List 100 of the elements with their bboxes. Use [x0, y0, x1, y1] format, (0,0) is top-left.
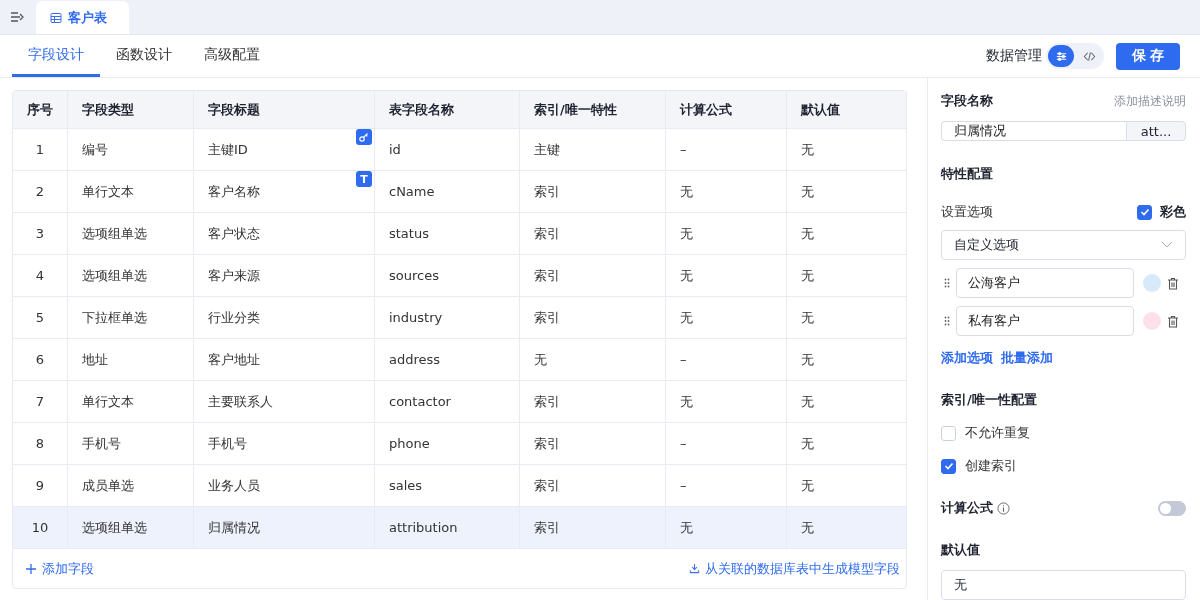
table-cell: 客户状态: [208, 224, 260, 243]
tab[interactable]: 字段设计: [12, 35, 100, 77]
table-cell: 无: [801, 182, 814, 201]
document-tab[interactable]: 客户表: [36, 1, 129, 34]
table-cell: 索引: [534, 182, 560, 201]
field-name-input[interactable]: 归属情况: [941, 121, 1126, 141]
table-cell: 无: [680, 224, 693, 243]
table-row[interactable]: 5 下拉框单选 行业分类 industry 索引 无 无: [13, 297, 906, 339]
table-cell: 8: [35, 436, 45, 451]
table-cell: cName: [389, 184, 435, 199]
table-cell: 无: [801, 434, 814, 453]
table-cell: 下拉框单选: [82, 308, 147, 327]
table-cell: 选项组单选: [82, 266, 147, 285]
table-cell: 无: [801, 140, 814, 159]
sliders-icon: [1054, 49, 1068, 63]
table-cell: 索引: [534, 392, 560, 411]
tab[interactable]: 函数设计: [100, 35, 188, 77]
formula-toggle[interactable]: [1158, 500, 1186, 516]
table-row[interactable]: 4 选项组单选 客户来源 sources 索引 无 无: [13, 255, 906, 297]
table-cell: 选项组单选: [82, 518, 147, 537]
add-field-link[interactable]: 添加字段: [25, 559, 94, 578]
table-cell: 无: [680, 182, 693, 201]
table-cell: 索引: [534, 434, 560, 453]
table-cell: attribution: [389, 520, 458, 535]
table-cell: 主键: [534, 140, 560, 159]
collapse-icon[interactable]: [10, 11, 24, 23]
save-button[interactable]: 保 存: [1116, 42, 1180, 70]
option-input[interactable]: 公海客户: [956, 268, 1134, 298]
info-icon: [997, 501, 1010, 515]
check-icon: [942, 460, 955, 472]
field-key-addon[interactable]: att...: [1126, 121, 1186, 141]
colorful-checkbox[interactable]: [1137, 204, 1152, 220]
check-icon: [1138, 206, 1151, 218]
table-cell: 客户地址: [208, 350, 260, 369]
table-icon: [50, 11, 62, 24]
color-dot[interactable]: [1143, 274, 1161, 292]
options-label: 设置选项: [941, 203, 993, 221]
data-manage-label: 数据管理: [986, 47, 1042, 65]
option-source-select[interactable]: 自定义选项: [941, 230, 1186, 260]
settings-button[interactable]: [1048, 45, 1074, 67]
table-cell: 索引: [534, 476, 560, 495]
add-option-link[interactable]: 添加选项: [941, 349, 993, 367]
table-cell: sources: [389, 268, 439, 283]
table-cell: id: [389, 142, 401, 157]
table-cell: 9: [35, 478, 45, 493]
table-cell: 主键ID: [208, 140, 248, 159]
table-cell: 无: [801, 266, 814, 285]
table-cell: phone: [389, 436, 430, 451]
section-title: 计算公式: [941, 499, 993, 517]
plus-icon: [25, 562, 37, 575]
table-row[interactable]: 3 选项组单选 客户状态 status 索引 无 无: [13, 213, 906, 255]
table-cell: 索引: [534, 266, 560, 285]
table-cell: 无: [801, 476, 814, 495]
table-cell: 无: [680, 266, 693, 285]
table-row[interactable]: 10 选项组单选 归属情况 attribution 索引 无 无: [13, 507, 906, 549]
section-title: 字段名称: [941, 92, 993, 110]
table-cell: 5: [35, 310, 45, 325]
column-header: 表字段名称: [375, 91, 520, 128]
column-header: 字段类型: [68, 91, 194, 128]
drag-handle-icon[interactable]: [944, 316, 950, 326]
table-cell: 无: [801, 308, 814, 327]
table-cell: 索引: [534, 518, 560, 537]
color-dot[interactable]: [1143, 312, 1161, 330]
table-row[interactable]: 7 单行文本 主要联系人 contactor 索引 无 无: [13, 381, 906, 423]
table-cell: 无: [680, 308, 693, 327]
table-row[interactable]: 1 编号 主键ID id 主键 – 无: [13, 129, 906, 171]
table-cell: 客户名称: [208, 182, 260, 201]
trash-icon[interactable]: [1167, 276, 1179, 290]
table-cell: 手机号: [208, 434, 247, 453]
table-cell: 4: [35, 268, 45, 283]
tab[interactable]: 高级配置: [188, 35, 276, 77]
table-cell: –: [680, 352, 687, 367]
generate-fields-link[interactable]: 从关联的数据库表中生成模型字段: [689, 559, 900, 578]
table-cell: 索引: [534, 224, 560, 243]
table-cell: 主要联系人: [208, 392, 273, 411]
table-cell: 成员单选: [82, 476, 134, 495]
table-row[interactable]: 6 地址 客户地址 address 无 – 无: [13, 339, 906, 381]
checkbox[interactable]: [941, 458, 956, 474]
table-row[interactable]: 8 手机号 手机号 phone 索引 – 无: [13, 423, 906, 465]
download-icon: [689, 563, 700, 574]
table-cell: status: [389, 226, 429, 241]
column-header: 字段标题: [194, 91, 375, 128]
table-row[interactable]: 2 单行文本 客户名称 T cName 索引 无 无: [13, 171, 906, 213]
table-cell: 无: [680, 392, 693, 411]
batch-add-link[interactable]: 批量添加: [1001, 349, 1053, 367]
table-cell: 单行文本: [82, 182, 134, 201]
option-input[interactable]: 私有客户: [956, 306, 1134, 336]
table-cell: 1: [35, 142, 45, 157]
section-title: 索引/唯一性配置: [941, 391, 1038, 409]
drag-handle-icon[interactable]: [944, 278, 950, 288]
trash-icon[interactable]: [1167, 314, 1179, 328]
table-cell: 业务人员: [208, 476, 260, 495]
code-icon: [1082, 49, 1096, 63]
table-cell: 无: [680, 518, 693, 537]
default-value-select[interactable]: 无: [941, 570, 1186, 600]
table-cell: 地址: [82, 350, 108, 369]
table-cell: 行业分类: [208, 308, 260, 327]
table-cell: 归属情况: [208, 518, 260, 537]
table-cell: 3: [35, 226, 45, 241]
table-cell: 10: [31, 520, 49, 535]
